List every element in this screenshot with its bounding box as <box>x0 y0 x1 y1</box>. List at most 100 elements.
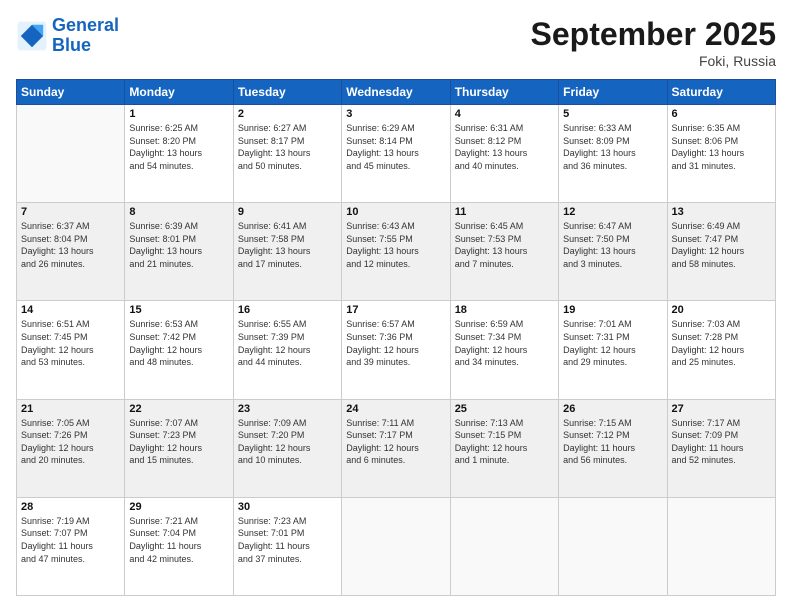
day-number: 24 <box>346 403 445 415</box>
table-row: 12Sunrise: 6:47 AMSunset: 7:50 PMDayligh… <box>559 203 667 301</box>
calendar-header-row: Sunday Monday Tuesday Wednesday Thursday… <box>17 80 776 105</box>
day-number: 9 <box>238 206 337 218</box>
day-info: Sunrise: 7:03 AMSunset: 7:28 PMDaylight:… <box>672 318 771 368</box>
table-row: 18 Sunrise: 6:59 AMSunset: 7:34 PMDayligh… <box>450 301 558 399</box>
table-row: 27 Sunrise: 7:17 AMSunset: 7:09 PMDayligh… <box>667 399 775 497</box>
day-number: 19 <box>563 304 662 316</box>
table-row: 3 Sunrise: 6:29 AMSunset: 8:14 PMDaylight… <box>342 105 450 203</box>
location: Foki, Russia <box>531 53 776 69</box>
table-row: 6 Sunrise: 6:35 AMSunset: 8:06 PMDaylight… <box>667 105 775 203</box>
table-row: 2Sunrise: 6:27 AMSunset: 8:17 PMDaylight… <box>233 105 341 203</box>
day-number: 11 <box>455 206 554 218</box>
day-info: Sunrise: 7:15 AMSunset: 7:12 PMDaylight:… <box>563 417 662 467</box>
logo-text: General Blue <box>52 16 119 56</box>
day-info: Sunrise: 6:47 AMSunset: 7:50 PMDaylight:… <box>563 220 662 270</box>
table-row: 13Sunrise: 6:49 AMSunset: 7:47 PMDayligh… <box>667 203 775 301</box>
table-row <box>559 497 667 595</box>
day-number: 29 <box>129 501 228 513</box>
table-row: 10 Sunrise: 6:43 AMSunset: 7:55 PMDayligh… <box>342 203 450 301</box>
col-wednesday: Wednesday <box>342 80 450 105</box>
table-row: 20 Sunrise: 7:03 AMSunset: 7:28 PMDayligh… <box>667 301 775 399</box>
day-info: Sunrise: 7:19 AMSunset: 7:07 PMDaylight:… <box>21 515 120 565</box>
day-info: Sunrise: 7:23 AMSunset: 7:01 PMDaylight:… <box>238 515 337 565</box>
table-row: 17 Sunrise: 6:57 AMSunset: 7:36 PMDayligh… <box>342 301 450 399</box>
day-number: 17 <box>346 304 445 316</box>
table-row: 8Sunrise: 6:39 AMSunset: 8:01 PMDaylight… <box>125 203 233 301</box>
table-row: 11 Sunrise: 6:45 AMSunset: 7:53 PMDayligh… <box>450 203 558 301</box>
table-row: 28 Sunrise: 7:19 AMSunset: 7:07 PMDayligh… <box>17 497 125 595</box>
table-row: 14 Sunrise: 6:51 AMSunset: 7:45 PMDayligh… <box>17 301 125 399</box>
day-number: 28 <box>21 501 120 513</box>
calendar-week-row: 28 Sunrise: 7:19 AMSunset: 7:07 PMDayligh… <box>17 497 776 595</box>
header: General Blue September 2025 Foki, Russia <box>16 16 776 69</box>
calendar-body: 1Sunrise: 6:25 AMSunset: 8:20 PMDaylight… <box>17 105 776 596</box>
table-row: 26 Sunrise: 7:15 AMSunset: 7:12 PMDayligh… <box>559 399 667 497</box>
table-row: 7Sunrise: 6:37 AMSunset: 8:04 PMDaylight… <box>17 203 125 301</box>
logo-icon <box>16 20 48 52</box>
day-info: Sunrise: 6:33 AMSunset: 8:09 PMDaylight:… <box>563 122 662 172</box>
calendar-week-row: 21Sunrise: 7:05 AMSunset: 7:26 PMDayligh… <box>17 399 776 497</box>
day-info: Sunrise: 6:53 AMSunset: 7:42 PMDaylight:… <box>129 318 228 368</box>
day-info: Sunrise: 7:13 AMSunset: 7:15 PMDaylight:… <box>455 417 554 467</box>
day-number: 21 <box>21 403 120 415</box>
day-info: Sunrise: 6:45 AMSunset: 7:53 PMDaylight:… <box>455 220 554 270</box>
day-number: 6 <box>672 108 771 120</box>
day-number: 23 <box>238 403 337 415</box>
day-info: Sunrise: 6:59 AMSunset: 7:34 PMDaylight:… <box>455 318 554 368</box>
table-row: 23 Sunrise: 7:09 AMSunset: 7:20 PMDayligh… <box>233 399 341 497</box>
day-info: Sunrise: 7:17 AMSunset: 7:09 PMDaylight:… <box>672 417 771 467</box>
day-info: Sunrise: 7:09 AMSunset: 7:20 PMDaylight:… <box>238 417 337 467</box>
day-info: Sunrise: 6:35 AMSunset: 8:06 PMDaylight:… <box>672 122 771 172</box>
calendar-table: Sunday Monday Tuesday Wednesday Thursday… <box>16 79 776 596</box>
day-number: 3 <box>346 108 445 120</box>
table-row <box>342 497 450 595</box>
table-row: 19 Sunrise: 7:01 AMSunset: 7:31 PMDayligh… <box>559 301 667 399</box>
day-number: 25 <box>455 403 554 415</box>
table-row: 15 Sunrise: 6:53 AMSunset: 7:42 PMDayligh… <box>125 301 233 399</box>
table-row: 9 Sunrise: 6:41 AMSunset: 7:58 PMDaylight… <box>233 203 341 301</box>
day-info: Sunrise: 6:29 AMSunset: 8:14 PMDaylight:… <box>346 122 445 172</box>
day-number: 18 <box>455 304 554 316</box>
day-number: 8 <box>129 206 228 218</box>
logo-line1: General <box>52 15 119 35</box>
day-number: 30 <box>238 501 337 513</box>
day-number: 15 <box>129 304 228 316</box>
day-info: Sunrise: 7:07 AMSunset: 7:23 PMDaylight:… <box>129 417 228 467</box>
table-row <box>450 497 558 595</box>
table-row: 21Sunrise: 7:05 AMSunset: 7:26 PMDayligh… <box>17 399 125 497</box>
day-number: 1 <box>129 108 228 120</box>
calendar-week-row: 14 Sunrise: 6:51 AMSunset: 7:45 PMDayligh… <box>17 301 776 399</box>
logo: General Blue <box>16 16 119 56</box>
day-info: Sunrise: 7:21 AMSunset: 7:04 PMDaylight:… <box>129 515 228 565</box>
table-row: 5 Sunrise: 6:33 AMSunset: 8:09 PMDaylight… <box>559 105 667 203</box>
table-row <box>667 497 775 595</box>
month-title: September 2025 <box>531 16 776 53</box>
day-number: 14 <box>21 304 120 316</box>
table-row: 25 Sunrise: 7:13 AMSunset: 7:15 PMDayligh… <box>450 399 558 497</box>
day-number: 4 <box>455 108 554 120</box>
logo-line2: Blue <box>52 35 91 55</box>
day-number: 26 <box>563 403 662 415</box>
table-row: 30 Sunrise: 7:23 AMSunset: 7:01 PMDayligh… <box>233 497 341 595</box>
table-row: 4 Sunrise: 6:31 AMSunset: 8:12 PMDaylight… <box>450 105 558 203</box>
day-info: Sunrise: 6:31 AMSunset: 8:12 PMDaylight:… <box>455 122 554 172</box>
day-info: Sunrise: 6:41 AMSunset: 7:58 PMDaylight:… <box>238 220 337 270</box>
day-info: Sunrise: 6:43 AMSunset: 7:55 PMDaylight:… <box>346 220 445 270</box>
day-info: Sunrise: 6:57 AMSunset: 7:36 PMDaylight:… <box>346 318 445 368</box>
table-row: 16Sunrise: 6:55 AMSunset: 7:39 PMDayligh… <box>233 301 341 399</box>
day-info: Sunrise: 7:01 AMSunset: 7:31 PMDaylight:… <box>563 318 662 368</box>
table-row <box>17 105 125 203</box>
day-info: Sunrise: 6:49 AMSunset: 7:47 PMDaylight:… <box>672 220 771 270</box>
day-number: 2 <box>238 108 337 120</box>
day-number: 20 <box>672 304 771 316</box>
day-number: 16 <box>238 304 337 316</box>
day-info: Sunrise: 6:51 AMSunset: 7:45 PMDaylight:… <box>21 318 120 368</box>
col-sunday: Sunday <box>17 80 125 105</box>
day-number: 27 <box>672 403 771 415</box>
day-number: 10 <box>346 206 445 218</box>
col-monday: Monday <box>125 80 233 105</box>
day-number: 5 <box>563 108 662 120</box>
day-info: Sunrise: 6:37 AMSunset: 8:04 PMDaylight:… <box>21 220 120 270</box>
table-row: 29 Sunrise: 7:21 AMSunset: 7:04 PMDayligh… <box>125 497 233 595</box>
day-info: Sunrise: 7:11 AMSunset: 7:17 PMDaylight:… <box>346 417 445 467</box>
